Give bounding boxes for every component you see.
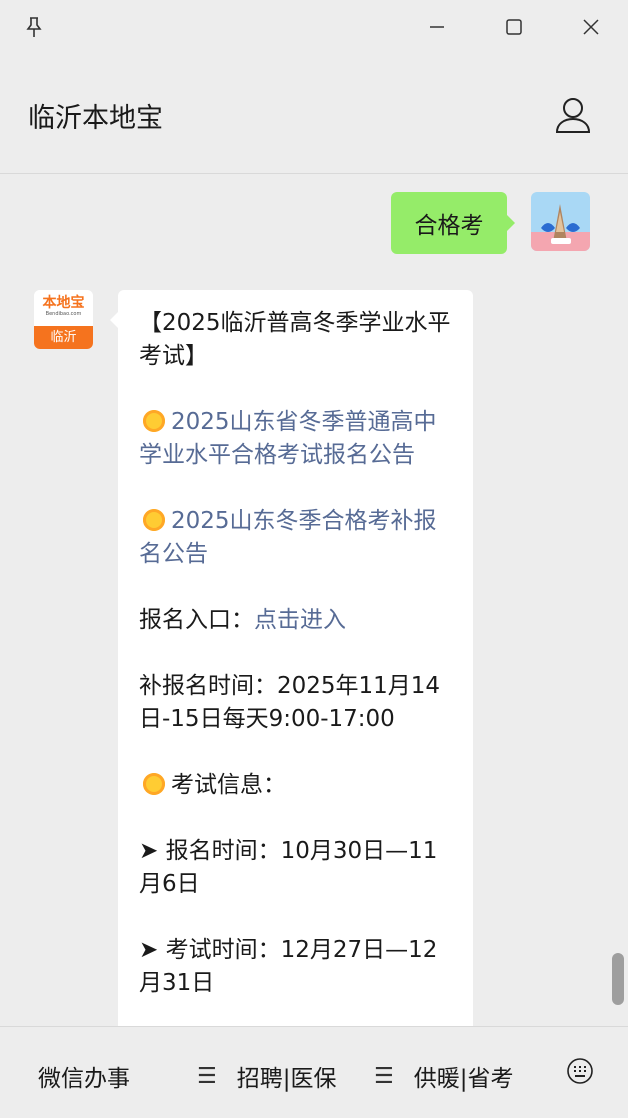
- entry-link[interactable]: 点击进入: [254, 607, 346, 633]
- reply-entry: 报名入口：点击进入: [139, 604, 454, 637]
- entry-label: 报名入口：: [139, 607, 254, 633]
- user-message-text: 合格考: [414, 213, 484, 239]
- sun-icon: [143, 773, 165, 795]
- chat-title: 临沂本地宝: [28, 103, 163, 134]
- announcement-link[interactable]: 2025山东省冬季普通高中学业水平合格考试报名公告: [139, 409, 437, 468]
- menu-item-wechat-services[interactable]: 微信办事: [38, 1059, 130, 1093]
- reply-link-announcement[interactable]: 2025山东省冬季普通高中学业水平合格考试报名公告: [139, 406, 454, 472]
- reply-supplement-time: 补报名时间：2025年11月14日-15日每天9:00-17:00: [139, 673, 441, 732]
- close-icon[interactable]: [574, 10, 608, 44]
- reply-link-supplement[interactable]: 2025山东冬季合格考补报名公告: [139, 505, 454, 571]
- menu-item-heating-exam[interactable]: ☰ 供暖|省考: [374, 1059, 513, 1093]
- menu-item-label: 招聘|医保: [236, 1066, 337, 1092]
- user-icon[interactable]: [552, 94, 594, 136]
- bot-avatar[interactable]: 本地宝 Bendibao.com 临沂: [34, 290, 93, 349]
- bot-logo-sub: Bendibao.com: [45, 311, 82, 317]
- reply-registration-time: ➤ 报名时间：10月30日—11月6日: [139, 838, 438, 897]
- menu-item-label: 微信办事: [38, 1066, 130, 1092]
- supplement-link[interactable]: 2025山东冬季合格考补报名公告: [139, 508, 437, 567]
- sun-icon: [143, 410, 165, 432]
- bot-city-label: 临沂: [34, 326, 93, 349]
- chat-scrollbar[interactable]: [612, 953, 624, 1005]
- user-avatar[interactable]: [531, 192, 590, 251]
- sun-icon: [143, 509, 165, 531]
- hamburger-icon: ☰: [197, 1063, 217, 1089]
- keyboard-icon[interactable]: [566, 1057, 594, 1085]
- user-message-bubble[interactable]: 合格考: [391, 192, 515, 254]
- maximize-icon[interactable]: [497, 10, 531, 44]
- bot-reply-bubble[interactable]: 【2025临沂普高冬季学业水平考试】 2025山东省冬季普通高中学业水平合格考试…: [110, 290, 473, 1026]
- hamburger-icon: ☰: [374, 1063, 394, 1089]
- reply-exam-info: 考试信息：: [139, 769, 454, 802]
- menu-item-jobs-insurance[interactable]: ☰ 招聘|医保: [197, 1059, 336, 1093]
- chat-area[interactable]: 合格考 本地宝 Bendibao.com 临沂 【2025临沂普高冬季学业水平考…: [0, 175, 628, 1026]
- bottom-menu-bar: 微信办事 ☰ 招聘|医保 ☰ 供暖|省考: [0, 1026, 628, 1118]
- exam-info-label: 考试信息：: [171, 772, 286, 798]
- minimize-icon[interactable]: [420, 10, 454, 44]
- bot-logo-text: 本地宝: [42, 295, 85, 311]
- window-titlebar: [0, 0, 628, 56]
- menu-item-label: 供暖|省考: [413, 1066, 514, 1092]
- reply-exam-time: ➤ 考试时间：12月27日—12月31日: [139, 937, 438, 996]
- chat-header: 临沂本地宝: [0, 56, 628, 174]
- reply-heading: 【2025临沂普高冬季学业水平考试】: [139, 310, 451, 369]
- pin-icon[interactable]: [17, 10, 51, 44]
